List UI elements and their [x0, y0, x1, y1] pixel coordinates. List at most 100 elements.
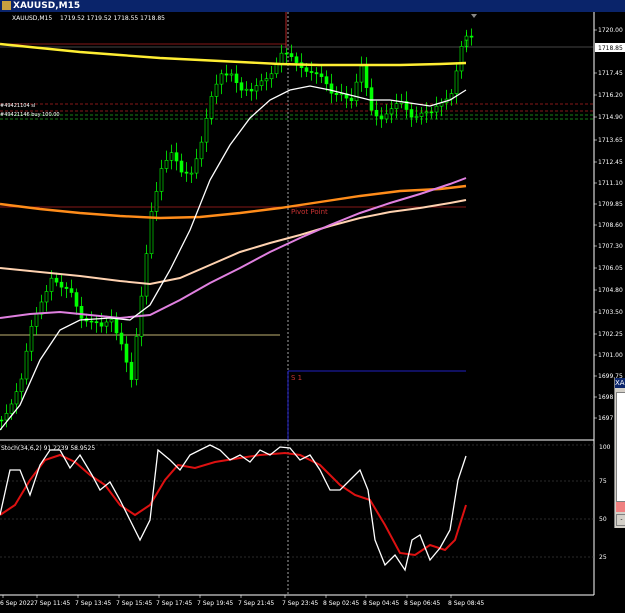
- candle-body[interactable]: [174, 152, 179, 162]
- candle-body[interactable]: [239, 82, 244, 91]
- candle-body[interactable]: [334, 92, 339, 95]
- candle-body[interactable]: [229, 73, 234, 76]
- candle-body[interactable]: [294, 56, 299, 63]
- candle-body[interactable]: [4, 413, 9, 421]
- candle-body[interactable]: [279, 52, 284, 64]
- candle-body[interactable]: [419, 112, 424, 117]
- candle-body[interactable]: [349, 97, 354, 102]
- candle-body[interactable]: [249, 88, 254, 92]
- candle-body[interactable]: [79, 306, 84, 319]
- candle-body[interactable]: [434, 105, 439, 113]
- candle-body[interactable]: [89, 320, 94, 323]
- candle-body[interactable]: [64, 286, 69, 289]
- candle-body[interactable]: [394, 103, 399, 110]
- order-buy-label: #49421146 buy 100.00: [0, 112, 60, 118]
- candle-body[interactable]: [199, 141, 204, 160]
- candle-body[interactable]: [0, 419, 4, 422]
- candle-body[interactable]: [144, 253, 149, 297]
- candle-body[interactable]: [469, 35, 474, 38]
- candle-body[interactable]: [189, 172, 194, 175]
- candle-body[interactable]: [459, 46, 464, 72]
- candle-body[interactable]: [179, 160, 184, 173]
- candle-body[interactable]: [244, 88, 249, 91]
- candle-body[interactable]: [204, 117, 209, 143]
- candle-body[interactable]: [254, 85, 259, 92]
- candle-body[interactable]: [169, 152, 174, 161]
- candle-body[interactable]: [9, 403, 14, 414]
- price-axis[interactable]: 1720.00 1717.45 1716.20 1714.90 1713.65 1712.…: [594, 27, 623, 422]
- candle-body[interactable]: [374, 109, 379, 117]
- candle-body[interactable]: [49, 277, 54, 292]
- candle-body[interactable]: [289, 53, 294, 58]
- candle-body[interactable]: [414, 116, 419, 118]
- candle-body[interactable]: [124, 343, 129, 363]
- price-axis-label: 1702.25: [598, 331, 623, 338]
- candle-body[interactable]: [134, 336, 139, 380]
- candle-body[interactable]: [389, 108, 394, 115]
- price-axis-label: 1711.10: [598, 180, 623, 187]
- candle-body[interactable]: [454, 70, 459, 94]
- chart-canvas[interactable]: XAUUSD,M15 1719.52 1719.52 1718.55 1718.…: [0, 0, 625, 613]
- candle-body[interactable]: [19, 378, 24, 393]
- candle-body[interactable]: [184, 171, 189, 174]
- candle-body[interactable]: [114, 319, 119, 334]
- side-panel-collapse-button[interactable]: -: [616, 514, 625, 526]
- candle-body[interactable]: [94, 321, 99, 324]
- candle-body[interactable]: [24, 350, 29, 380]
- candle-body[interactable]: [119, 332, 124, 345]
- candle-body[interactable]: [329, 83, 334, 94]
- candle-body[interactable]: [359, 65, 364, 83]
- time-axis-label: 8 Sep 06:45: [404, 600, 440, 607]
- chart-header-ohlc: 1719.52 1719.52 1718.55 1718.85: [60, 15, 165, 22]
- time-axis-label: 7 Sep 15:45: [116, 600, 152, 607]
- candle-body[interactable]: [379, 115, 384, 120]
- candle-body[interactable]: [364, 65, 369, 88]
- candle-body[interactable]: [369, 87, 374, 111]
- candle-body[interactable]: [354, 81, 359, 102]
- candle-body[interactable]: [259, 80, 264, 86]
- candle-body[interactable]: [219, 73, 224, 85]
- side-panel-title[interactable]: XAU: [615, 378, 625, 388]
- candle-body[interactable]: [429, 111, 434, 114]
- candle-body[interactable]: [59, 281, 64, 288]
- side-panel[interactable]: XAU -: [614, 378, 625, 528]
- time-axis-label: 7 Sep 13:45: [75, 600, 111, 607]
- candle-body[interactable]: [384, 113, 389, 120]
- candle-body[interactable]: [54, 277, 59, 283]
- candle-body[interactable]: [464, 35, 469, 41]
- candle-body[interactable]: [234, 73, 239, 83]
- candle-body[interactable]: [129, 361, 134, 380]
- candle-body[interactable]: [409, 109, 414, 118]
- candle-body[interactable]: [284, 52, 289, 55]
- candle-body[interactable]: [109, 319, 114, 323]
- candle-body[interactable]: [29, 325, 34, 352]
- candle-body[interactable]: [264, 78, 269, 82]
- candle-body[interactable]: [304, 67, 309, 72]
- candle-body[interactable]: [69, 288, 74, 293]
- candle-body[interactable]: [339, 93, 344, 96]
- time-axis-label: 8 Sep 04:45: [363, 600, 399, 607]
- candle-body[interactable]: [164, 159, 169, 169]
- price-axis-label: 1704.80: [598, 287, 623, 294]
- time-axis[interactable]: 6 Sep 2022 7 Sep 11:45 7 Sep 13:45 7 Sep 15…: [0, 595, 484, 607]
- candle-body[interactable]: [214, 83, 219, 97]
- candle-body[interactable]: [159, 168, 164, 192]
- candle-body[interactable]: [269, 73, 274, 80]
- candle-body[interactable]: [319, 73, 324, 77]
- candle-body[interactable]: [34, 313, 39, 327]
- candle-body[interactable]: [154, 191, 159, 212]
- candle-body[interactable]: [74, 292, 79, 307]
- oscillator-axis-label: 25: [599, 554, 607, 561]
- candle-body[interactable]: [99, 322, 104, 327]
- candle-body[interactable]: [314, 72, 319, 75]
- candle-body[interactable]: [104, 321, 109, 327]
- candle-body[interactable]: [44, 291, 49, 303]
- candle-body[interactable]: [14, 391, 19, 405]
- candle-body[interactable]: [324, 76, 329, 85]
- candle-body[interactable]: [309, 71, 314, 73]
- candle-body[interactable]: [194, 158, 199, 174]
- candle-body[interactable]: [224, 73, 229, 76]
- price-axis-label: 1717.45: [598, 70, 623, 77]
- candle-body[interactable]: [209, 96, 214, 119]
- candle-body[interactable]: [424, 111, 429, 114]
